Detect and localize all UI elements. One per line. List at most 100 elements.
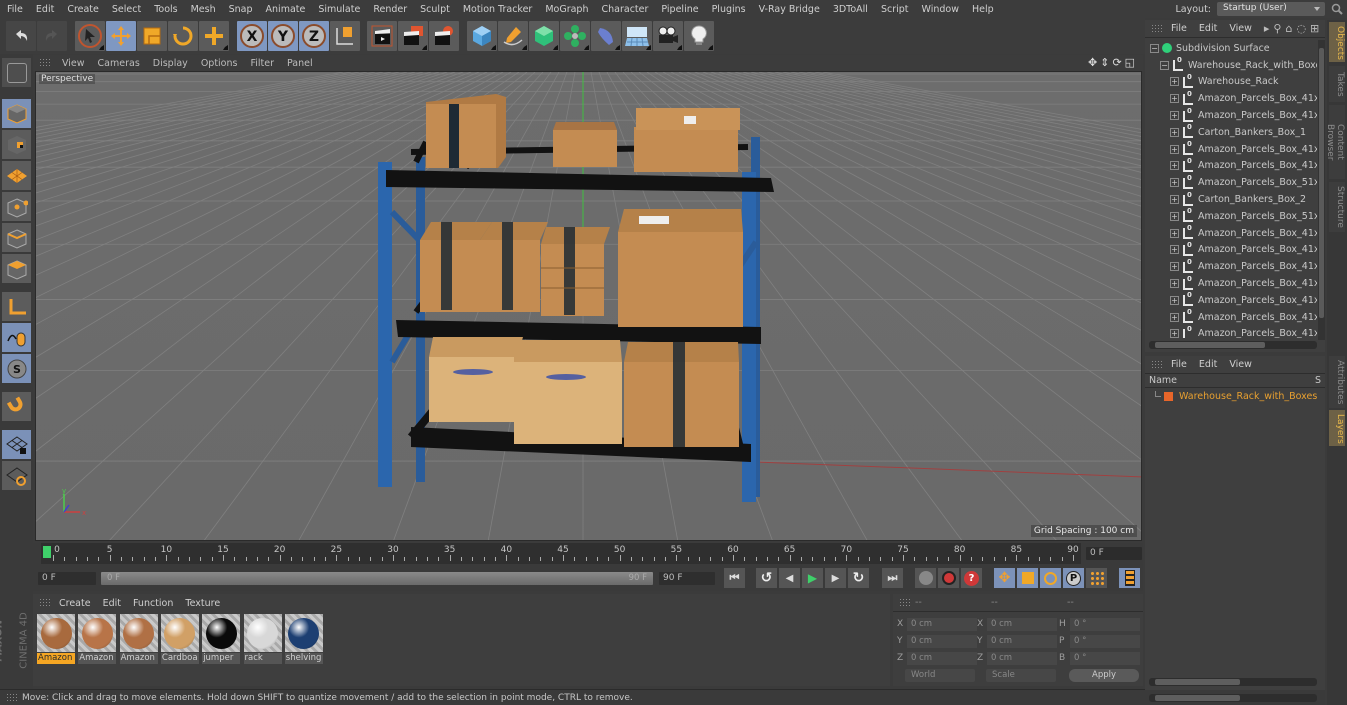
expand-toggle[interactable]: + xyxy=(1170,245,1179,255)
coordinate-mode-dropdown[interactable]: World xyxy=(905,669,975,682)
object-tree-item[interactable]: + Amazon_Parcels_Box_41x26x xyxy=(1145,325,1317,338)
scale-key-button[interactable] xyxy=(1017,568,1038,588)
playhead[interactable] xyxy=(43,546,51,558)
menu-motion-tracker[interactable]: Motion Tracker xyxy=(456,4,539,15)
menu-plugins[interactable]: Plugins xyxy=(705,4,752,15)
materials-grip[interactable] xyxy=(39,598,51,608)
record-button[interactable] xyxy=(915,568,936,588)
expand-toggle[interactable]: + xyxy=(1170,262,1179,272)
menu-sculpt[interactable]: Sculpt xyxy=(413,4,456,15)
maximize-view-icon[interactable]: ◱ xyxy=(1125,56,1135,69)
go-to-start-button[interactable]: ⏮ xyxy=(724,568,745,588)
snap-button[interactable]: S xyxy=(2,354,31,383)
expand-toggle[interactable]: + xyxy=(1170,211,1179,221)
tab-structure[interactable]: Structure xyxy=(1329,182,1345,232)
menu-character[interactable]: Character xyxy=(594,4,654,15)
tab-attributes[interactable]: Attributes xyxy=(1329,356,1345,408)
previous-key-button[interactable]: ↺ xyxy=(756,568,777,588)
objects-grip[interactable] xyxy=(1151,23,1163,34)
object-tree-item[interactable]: + Amazon_Parcels_Box_51x51x xyxy=(1145,174,1317,191)
tab-layers[interactable]: Layers xyxy=(1329,410,1345,446)
previous-frame-button[interactable]: ◀ xyxy=(779,568,800,588)
edges-mode-button[interactable] xyxy=(2,223,31,252)
expand-toggle[interactable]: − xyxy=(1160,60,1169,70)
menu-script[interactable]: Script xyxy=(874,4,915,15)
name-column-header[interactable]: Name xyxy=(1149,375,1177,386)
layers-grip[interactable] xyxy=(1151,359,1163,370)
position-field[interactable]: 0 cm xyxy=(907,652,977,665)
y-axis-lock-button[interactable]: Y xyxy=(268,21,298,51)
object-tree-item[interactable]: + Amazon_Parcels_Box_41x26x xyxy=(1145,258,1317,275)
scrollbar-thumb[interactable] xyxy=(1155,342,1265,348)
timeline-button[interactable] xyxy=(1119,568,1140,588)
search-icon[interactable]: ⚲ xyxy=(1273,22,1281,35)
material-swatch[interactable]: jumper xyxy=(202,614,241,664)
position-field[interactable]: 0 cm xyxy=(907,618,977,631)
expand-toggle[interactable]: + xyxy=(1170,144,1179,154)
layer-color-swatch[interactable] xyxy=(1164,391,1173,401)
object-tree-item[interactable]: + Carton_Bankers_Box_2 xyxy=(1145,191,1317,208)
menu-v-ray-bridge[interactable]: V-Ray Bridge xyxy=(752,4,826,15)
material-swatch[interactable]: Amazon xyxy=(119,614,158,664)
make-editable-button[interactable] xyxy=(2,58,31,87)
frame-range-slider[interactable]: 0 F 90 F xyxy=(101,572,653,585)
expand-toggle[interactable]: + xyxy=(1170,127,1179,137)
scrollbar-thumb[interactable] xyxy=(1319,48,1324,318)
menu-tools[interactable]: Tools xyxy=(147,4,183,15)
expand-toggle[interactable]: − xyxy=(1150,43,1159,53)
transform-mode-dropdown[interactable]: Scale xyxy=(986,669,1056,682)
expand-toggle[interactable]: + xyxy=(1170,279,1179,289)
material-swatch[interactable]: Amazon xyxy=(78,614,117,664)
tab-takes[interactable]: Takes xyxy=(1329,66,1345,102)
position-key-button[interactable]: ✥ xyxy=(994,568,1015,588)
expand-toggle[interactable]: + xyxy=(1170,195,1179,205)
objects-menu-view[interactable]: View xyxy=(1225,23,1260,34)
workplane-lock-button[interactable] xyxy=(2,430,31,459)
timeline-ruler[interactable]: 0 5 10 15 20 25 30 35 40 45 50 55 60 65 70 75 80 85 90 xyxy=(41,543,1081,564)
expand-toggle[interactable]: + xyxy=(1170,228,1179,238)
3d-viewport[interactable]: y x Perspective Grid Spacing : 100 cm xyxy=(35,71,1142,541)
expand-toggle[interactable]: + xyxy=(1170,312,1179,322)
materials-menu-texture[interactable]: Texture xyxy=(181,598,228,609)
menu-animate[interactable]: Animate xyxy=(259,4,312,15)
menu-create[interactable]: Create xyxy=(60,4,105,15)
viewport-menu-options[interactable]: Options xyxy=(194,58,244,69)
floor-button[interactable] xyxy=(622,21,652,51)
orbit-icon[interactable]: ⟳ xyxy=(1112,56,1121,69)
x-axis-lock-button[interactable]: X xyxy=(237,21,267,51)
menu-pipeline[interactable]: Pipeline xyxy=(654,4,704,15)
object-tree-item[interactable]: + Amazon_Parcels_Box_41x26x xyxy=(1145,107,1317,124)
apply-button[interactable]: Apply xyxy=(1069,669,1139,682)
start-frame-field[interactable]: 0 F xyxy=(38,572,96,585)
scrollbar-thumb[interactable] xyxy=(1155,679,1240,685)
light-button[interactable] xyxy=(684,21,714,51)
expand-arrow-icon[interactable]: ▸ xyxy=(1264,22,1270,35)
pla-key-button[interactable] xyxy=(1086,568,1107,588)
live-selection-button[interactable] xyxy=(75,21,105,51)
next-frame-button[interactable]: ▶ xyxy=(825,568,846,588)
render-picture-viewer-button[interactable] xyxy=(398,21,428,51)
object-tree-item[interactable]: + Amazon_Parcels_Box_41x26x xyxy=(1145,140,1317,158)
object-tree-item[interactable]: + Warehouse_Rack xyxy=(1145,73,1317,91)
object-tree-item[interactable]: + Amazon_Parcels_Box_51x51x xyxy=(1145,207,1317,225)
parameter-key-button[interactable]: P xyxy=(1063,568,1084,588)
next-key-button[interactable]: ↻ xyxy=(848,568,869,588)
model-mode-button[interactable] xyxy=(2,99,31,128)
points-mode-button[interactable] xyxy=(2,192,31,221)
cloner-button[interactable] xyxy=(560,21,590,51)
viewport-menu-display[interactable]: Display xyxy=(146,58,194,69)
expand-toggle[interactable]: + xyxy=(1170,329,1179,338)
object-tree-item[interactable]: − Subdivision Surface xyxy=(1145,40,1317,57)
object-tree-item[interactable]: + Amazon_Parcels_Box_41x26x xyxy=(1145,90,1317,107)
menu-3dtoall[interactable]: 3DToAll xyxy=(826,4,874,15)
add-object-button[interactable] xyxy=(199,21,229,51)
menu-help[interactable]: Help xyxy=(965,4,1000,15)
material-swatch[interactable]: shelving xyxy=(284,614,323,664)
viewport-menu-view[interactable]: View xyxy=(55,58,91,69)
size-field[interactable]: 0 cm xyxy=(987,635,1057,648)
polygons-mode-button[interactable] xyxy=(2,254,31,283)
rotate-button[interactable] xyxy=(168,21,198,51)
viewport-menu-cameras[interactable]: Cameras xyxy=(91,58,146,69)
end-frame-field[interactable]: 90 F xyxy=(659,572,715,585)
bottom-horizontal-scrollbar[interactable] xyxy=(1149,694,1317,702)
